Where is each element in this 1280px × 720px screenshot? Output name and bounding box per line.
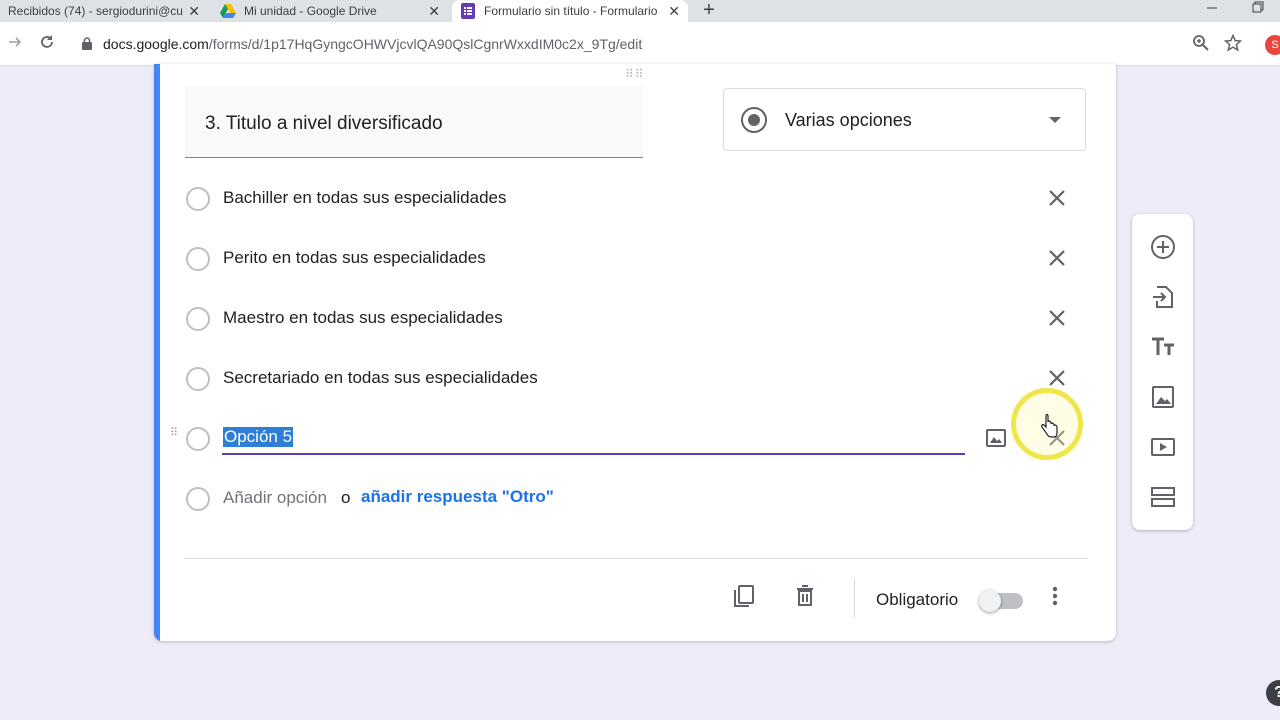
drag-handle-icon[interactable]: ⠿ <box>170 428 182 439</box>
tab-forms[interactable]: Formulario sin título - Formulario ✕ <box>452 0 688 22</box>
required-label: Obligatorio <box>876 590 959 609</box>
url-field[interactable]: docs.google.com/forms/d/1p17HqGyngcOHWVj… <box>103 36 642 52</box>
question-title: 3. Titulo a nivel diversificado <box>205 113 443 134</box>
footer-separator <box>854 578 855 618</box>
reload-icon[interactable] <box>37 34 57 54</box>
required-toggle[interactable] <box>979 588 1027 612</box>
radio-circle-icon <box>186 367 210 391</box>
duplicate-icon[interactable] <box>731 583 757 609</box>
close-tab-icon[interactable]: ✕ <box>188 3 200 19</box>
option-text[interactable]: Perito en todas sus especialidades <box>223 248 486 268</box>
tab-title: Recibidos (74) - sergiodurini@cu <box>8 4 183 18</box>
close-tab-icon[interactable]: ✕ <box>428 3 440 19</box>
import-questions-icon[interactable] <box>1149 283 1177 311</box>
restore-icon[interactable] <box>1252 0 1264 20</box>
remove-option-icon[interactable] <box>1045 366 1069 390</box>
add-section-icon[interactable] <box>1149 483 1177 511</box>
add-other-link[interactable]: añadir respuesta "Otro" <box>361 487 554 507</box>
add-option-row: Añadir opción o añadir respuesta "Otro" <box>185 478 1085 518</box>
tab-title: Mi unidad - Google Drive <box>244 4 377 18</box>
active-card-accent <box>154 64 160 641</box>
tab-strip: Recibidos (74) - sergiodurini@cu ✕ Mi un… <box>0 0 1280 22</box>
remove-option-icon[interactable] <box>1045 246 1069 270</box>
footer-divider <box>185 558 1087 559</box>
tab-drive[interactable]: Mi unidad - Google Drive ✕ <box>212 0 448 22</box>
help-icon[interactable]: ? <box>1266 680 1280 706</box>
google-forms-icon <box>460 3 476 19</box>
option-text[interactable]: Maestro en todas sus especialidades <box>223 308 503 328</box>
option-row[interactable]: Perito en todas sus especialidades <box>185 238 1085 278</box>
browser-toolbar: docs.google.com/forms/d/1p17HqGyngcOHWVj… <box>0 22 1280 66</box>
option-row[interactable]: Bachiller en todas sus especialidades <box>185 178 1085 218</box>
radio-circle-icon <box>186 487 210 511</box>
option-row[interactable]: Maestro en todas sus especialidades <box>185 298 1085 338</box>
tab-gmail[interactable]: Recibidos (74) - sergiodurini@cu ✕ <box>0 0 208 22</box>
new-tab-icon[interactable]: + <box>700 0 718 20</box>
url-path: /forms/d/1p17HqGyngcOHWVjcvlQA90QslCgnrW… <box>208 36 643 52</box>
option-text[interactable]: Secretariado en todas sus especialidades <box>223 368 538 388</box>
option-row-active[interactable]: ⠿ Opción 5 <box>170 418 1085 458</box>
profile-avatar[interactable]: S <box>1265 35 1280 55</box>
option-text[interactable]: Bachiller en todas sus especialidades <box>223 188 507 208</box>
radio-circle-icon <box>186 307 210 331</box>
toggle-knob <box>979 590 1001 612</box>
tab-title: Formulario sin título - Formulario <box>484 4 658 18</box>
radio-button-icon <box>741 107 767 133</box>
zoom-icon[interactable] <box>1192 34 1212 54</box>
lock-icon[interactable] <box>82 37 92 55</box>
drag-handle-icon[interactable]: ⠿⠿ <box>625 67 645 81</box>
remove-option-icon[interactable] <box>1045 306 1069 330</box>
question-title-field[interactable]: 3. Titulo a nivel diversificado <box>185 86 643 158</box>
radio-circle-icon <box>186 427 210 451</box>
question-type-label: Varias opciones <box>785 110 912 130</box>
url-host: docs.google.com <box>103 36 209 52</box>
bookmark-star-icon[interactable] <box>1223 33 1244 54</box>
question-type-dropdown[interactable]: Varias opciones <box>723 88 1086 151</box>
hand-cursor-icon <box>1040 413 1058 438</box>
dropdown-arrow-icon <box>1049 117 1061 123</box>
question-card[interactable]: ⠿⠿ 3. Titulo a nivel diversificado Varia… <box>154 64 1116 641</box>
add-title-icon[interactable] <box>1149 333 1177 361</box>
delete-icon[interactable] <box>792 583 818 609</box>
radio-circle-icon <box>186 247 210 271</box>
radio-circle-icon <box>186 187 210 211</box>
form-side-toolbar <box>1132 214 1193 530</box>
google-drive-icon <box>220 3 236 19</box>
more-options-icon[interactable] <box>1042 583 1068 609</box>
add-image-icon[interactable] <box>1149 383 1177 411</box>
option-text-input[interactable]: Opción 5 <box>223 427 294 447</box>
option-row[interactable]: Secretariado en todas sus especialidades <box>185 358 1085 398</box>
minimize-icon[interactable] <box>1206 0 1218 20</box>
add-video-icon[interactable] <box>1149 433 1177 461</box>
or-label: o <box>341 488 351 507</box>
add-option-input[interactable]: Añadir opción <box>223 488 327 508</box>
forward-icon[interactable] <box>5 34 25 54</box>
close-tab-icon[interactable]: ✕ <box>668 3 680 19</box>
remove-option-icon[interactable] <box>1045 186 1069 210</box>
add-image-icon[interactable] <box>984 426 1008 450</box>
add-question-icon[interactable] <box>1149 233 1177 261</box>
input-underline <box>222 453 965 455</box>
